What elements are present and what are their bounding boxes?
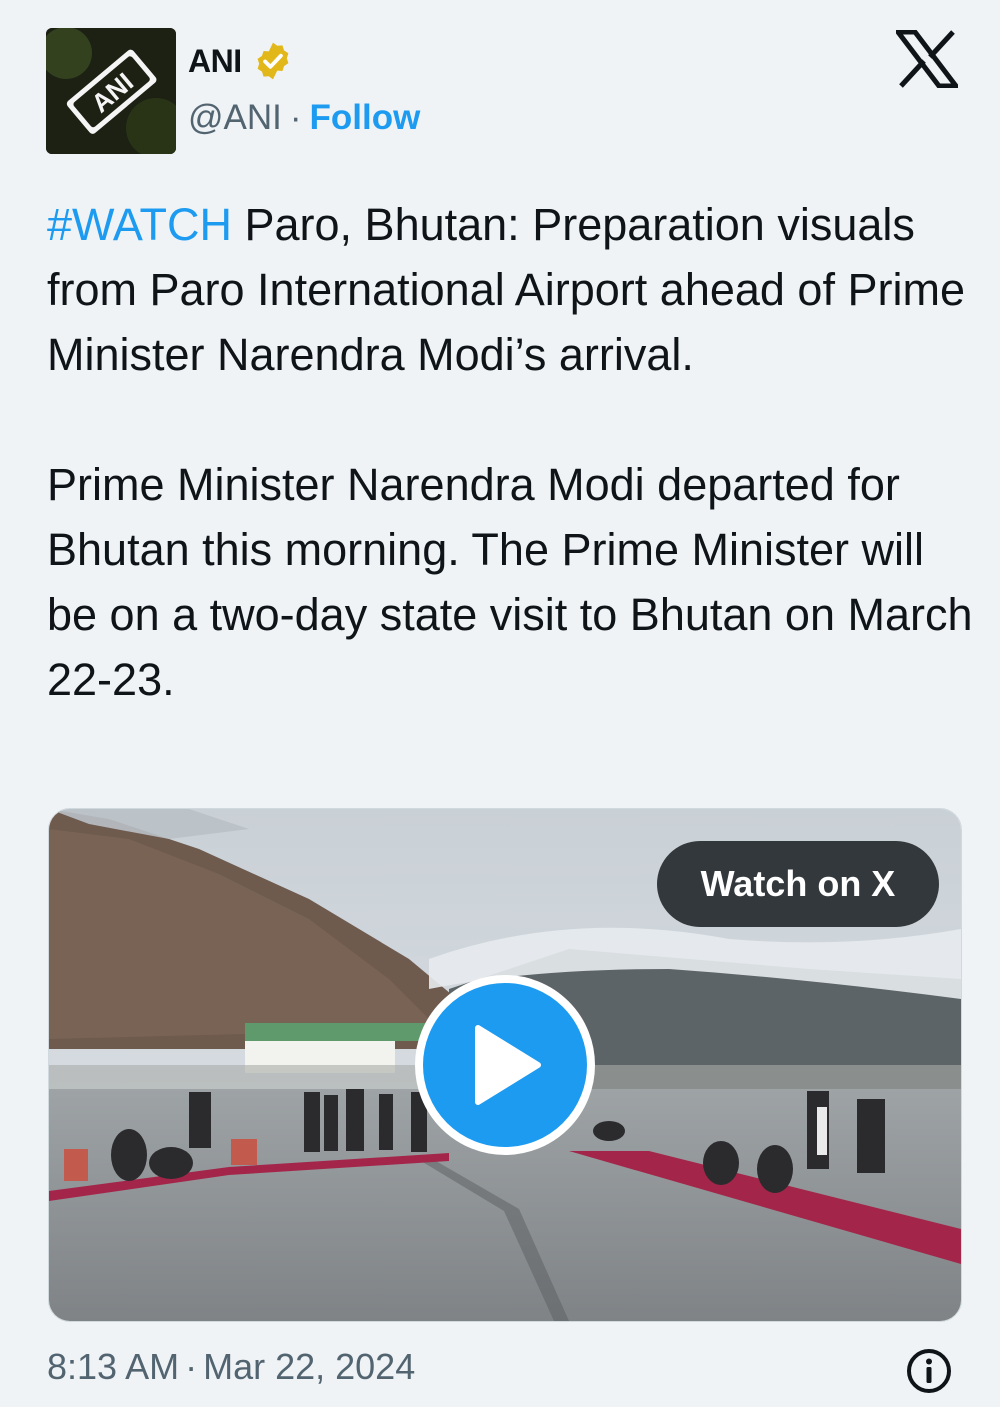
info-icon[interactable] <box>905 1347 953 1395</box>
tweet-timestamp[interactable]: 8:13 AM · Mar 22, 2024 <box>47 1346 415 1388</box>
separator: · <box>289 98 302 137</box>
author-name-row: ANI <box>188 40 294 82</box>
tweet-text: #WATCH Paro, Bhutan: Preparation visuals… <box>47 192 977 712</box>
tweet-time: 8:13 AM <box>47 1346 180 1387</box>
hashtag-link[interactable]: #WATCH <box>47 199 232 250</box>
author-handle-row: @ANI · Follow <box>188 98 420 138</box>
tweet-paragraph-1: #WATCH Paro, Bhutan: Preparation visuals… <box>47 192 977 387</box>
tweet-card: ANI ANI @ANI · Follow #WATCH Paro, Bhuta… <box>0 0 1000 1407</box>
timestamp-separator: · <box>185 1346 198 1387</box>
author-handle[interactable]: @ANI <box>188 98 282 138</box>
video-player[interactable]: Watch on X <box>48 808 962 1322</box>
play-button[interactable] <box>415 975 595 1155</box>
tweet-date: Mar 22, 2024 <box>203 1346 416 1387</box>
play-icon <box>475 1025 541 1105</box>
author-name[interactable]: ANI <box>188 43 242 80</box>
avatar[interactable]: ANI <box>46 28 176 154</box>
verified-badge-icon <box>257 42 289 80</box>
watch-on-x-button[interactable]: Watch on X <box>657 841 939 927</box>
follow-button[interactable]: Follow <box>310 98 421 138</box>
tweet-paragraph-2: Prime Minister Narendra Modi departed fo… <box>47 459 973 705</box>
x-logo-icon[interactable] <box>896 30 958 88</box>
ani-logo-icon: ANI <box>46 28 176 154</box>
